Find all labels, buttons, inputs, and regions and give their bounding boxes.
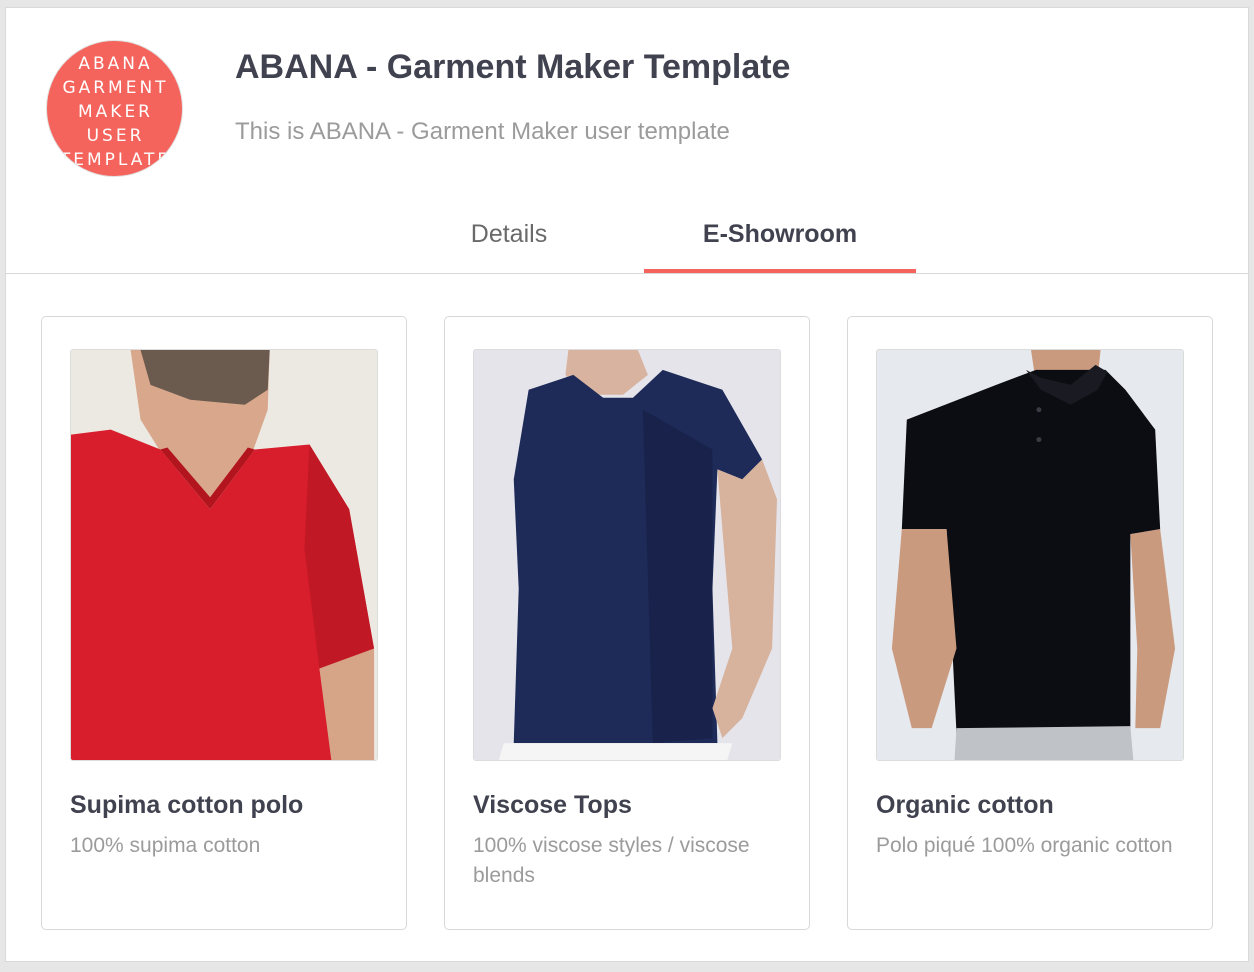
- brand-logo: ABANA GARMENT MAKER USER TEMPLATE: [46, 40, 183, 177]
- logo-text-line: ABANA: [78, 54, 153, 74]
- logo-text-line: GARMENT: [62, 78, 169, 98]
- navy-top-photo: [474, 350, 780, 760]
- product-description: Polo piqué 100% organic cotton: [876, 834, 1173, 857]
- logo-text-line: TEMPLATE: [59, 150, 172, 170]
- tab-details[interactable]: Details: [399, 203, 619, 273]
- product-card[interactable]: Organic cotton Polo piqué 100% organic c…: [847, 316, 1213, 930]
- black-polo-photo: [877, 350, 1183, 760]
- page-subtitle: This is ABANA - Garment Maker user templ…: [235, 118, 730, 145]
- active-tab-indicator: [644, 269, 916, 273]
- product-description: 100% supima cotton: [70, 834, 261, 857]
- product-title: Supima cotton polo: [70, 791, 304, 819]
- product-image: [473, 349, 781, 761]
- product-card[interactable]: Viscose Tops 100% viscose styles / visco…: [444, 316, 810, 930]
- product-card[interactable]: Supima cotton polo 100% supima cotton: [41, 316, 407, 930]
- tab-bar: Details E-Showroom: [6, 203, 1248, 274]
- template-window: ABANA GARMENT MAKER USER TEMPLATE ABANA …: [5, 7, 1249, 962]
- product-title: Viscose Tops: [473, 791, 632, 819]
- tab-e-showroom[interactable]: E-Showroom: [644, 203, 916, 273]
- red-tshirt-photo: [71, 350, 377, 760]
- product-image: [70, 349, 378, 761]
- product-title: Organic cotton: [876, 791, 1054, 819]
- logo-text-line: MAKER: [78, 102, 153, 122]
- product-description: 100% viscose styles / viscose blends: [473, 834, 750, 887]
- product-image: [876, 349, 1184, 761]
- logo-text-line: USER: [86, 126, 145, 146]
- page-title: ABANA - Garment Maker Template: [235, 48, 791, 86]
